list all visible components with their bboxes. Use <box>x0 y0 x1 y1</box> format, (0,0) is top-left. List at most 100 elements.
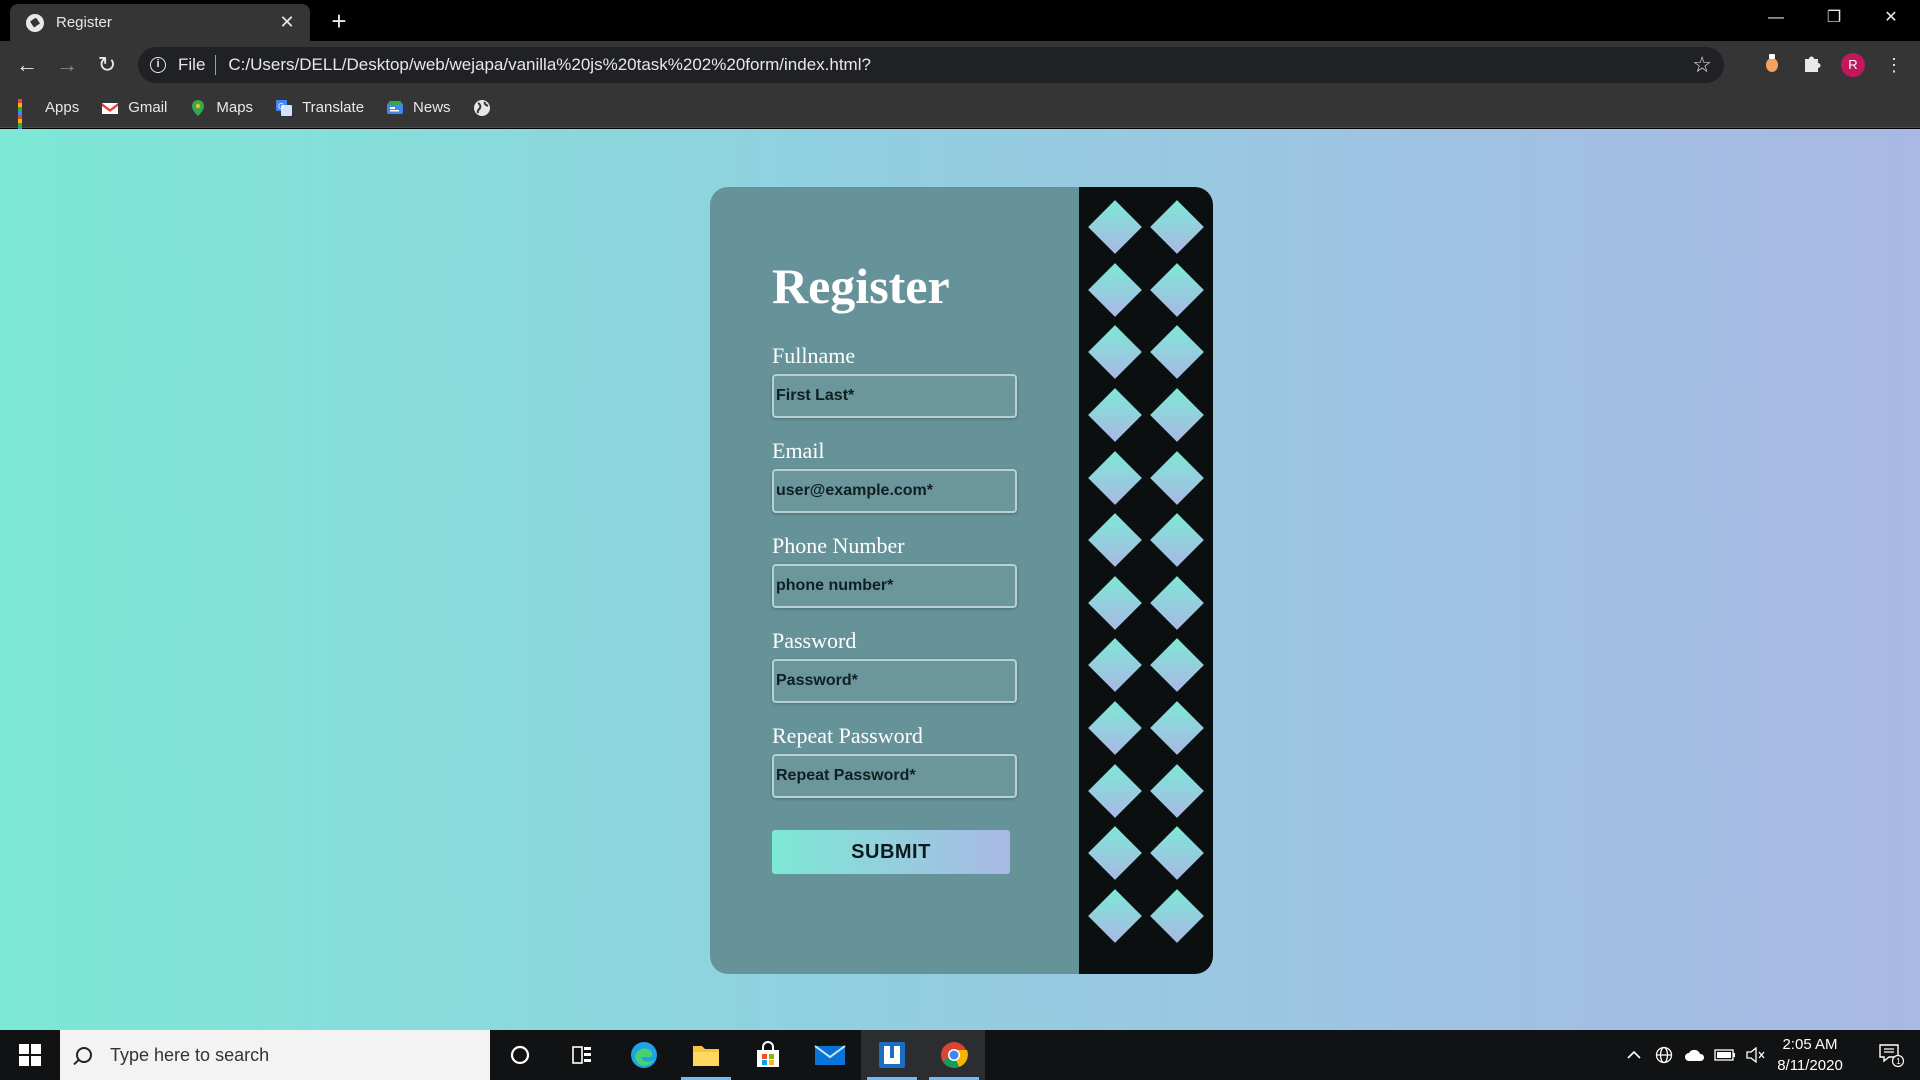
bookmark-apps[interactable]: Apps <box>18 98 80 135</box>
bookmark-label: Maps <box>216 99 254 116</box>
tab-title: Register <box>56 14 112 31</box>
reload-button[interactable]: ↻ <box>92 50 122 80</box>
puzzle-extensions-icon[interactable] <box>1800 53 1824 77</box>
bookmark-globe[interactable] <box>473 99 500 117</box>
diamond-shape <box>1150 763 1204 818</box>
fullname-field-group: Fullname <box>772 343 1079 418</box>
phone-label: Phone Number <box>772 533 905 558</box>
bookmark-gmail[interactable]: Gmail <box>101 99 167 117</box>
search-placeholder: Type here to search <box>110 1044 270 1065</box>
microsoft-store-icon[interactable] <box>737 1030 799 1080</box>
language-globe-icon[interactable] <box>1652 1030 1676 1080</box>
translate-icon: G <box>275 99 293 117</box>
bookmark-label: Gmail <box>128 99 168 116</box>
globe-icon <box>473 99 491 117</box>
svg-text:G: G <box>278 102 284 111</box>
bookmark-maps[interactable]: Maps <box>189 99 253 117</box>
phone-field-group: Phone Number <box>772 533 1079 608</box>
diamond-shape <box>1150 325 1204 380</box>
form-title: Register <box>772 258 950 314</box>
extension-icon[interactable] <box>1760 53 1784 77</box>
diamond-shape <box>1088 200 1142 255</box>
minimize-button[interactable]: — <box>1747 0 1805 36</box>
diamond-shape <box>1088 888 1142 943</box>
news-icon <box>386 99 404 117</box>
tray-overflow-chevron-icon[interactable] <box>1622 1030 1646 1080</box>
apps-grid-icon <box>18 98 36 135</box>
action-center-button[interactable]: 1 <box>1866 1030 1916 1080</box>
taskbar-search-box[interactable]: Type here to search <box>60 1030 490 1080</box>
url-scheme: File <box>178 55 206 74</box>
mail-icon[interactable] <box>799 1030 861 1080</box>
window-close-button[interactable]: ✕ <box>1862 0 1920 36</box>
diamond-shape <box>1088 826 1142 881</box>
edge-browser-icon[interactable] <box>613 1030 675 1080</box>
profile-avatar[interactable]: R <box>1841 53 1865 77</box>
onedrive-cloud-icon[interactable] <box>1682 1030 1708 1080</box>
gmail-icon <box>101 99 119 117</box>
email-input[interactable] <box>772 469 1017 513</box>
diamond-cell <box>1084 259 1146 322</box>
submit-button[interactable]: SUBMIT <box>772 830 1010 874</box>
file-explorer-icon[interactable] <box>675 1030 737 1080</box>
diamond-shape <box>1150 888 1204 943</box>
bookmarks-bar: Apps Gmail Maps G Translate News <box>0 88 1920 135</box>
task-view-icon[interactable] <box>551 1030 613 1080</box>
diamond-shape <box>1088 388 1142 442</box>
url-separator <box>215 55 217 75</box>
notification-count: 1 <box>1896 1057 1901 1066</box>
repeat-password-field-group: Repeat Password <box>772 723 1079 798</box>
back-button[interactable]: ← <box>12 50 42 80</box>
bookmark-star-icon[interactable]: ☆ <box>1692 52 1712 78</box>
taskbar-clock[interactable]: 2:05 AM 8/11/2020 <box>1770 1034 1850 1076</box>
decorative-diamond-panel <box>1079 187 1213 974</box>
forward-button[interactable]: → <box>52 50 82 80</box>
browser-toolbar: ← → ↻ i File C:/Users/DELL/Desktop/web/w… <box>0 41 1920 88</box>
address-bar[interactable]: i File C:/Users/DELL/Desktop/web/wejapa/… <box>138 47 1724 83</box>
diamond-cell <box>1084 446 1146 509</box>
diamond-cell <box>1146 259 1208 322</box>
volume-muted-icon[interactable] <box>1742 1030 1768 1080</box>
windows-logo-icon <box>19 1044 41 1066</box>
clock-time: 2:05 AM <box>1782 1036 1838 1053</box>
register-card: Register Fullname Email Phone Number Pas… <box>710 187 1213 974</box>
diamond-cell <box>1146 509 1208 572</box>
diamond-shape <box>1088 450 1142 505</box>
diamond-shape <box>1088 763 1142 818</box>
chrome-menu-icon[interactable]: ⋮ <box>1882 53 1906 77</box>
pinned-app-icon[interactable] <box>861 1030 923 1080</box>
diamond-shape <box>1150 388 1204 442</box>
password-field-group: Password <box>772 628 1079 703</box>
diamond-shape <box>1150 826 1204 881</box>
new-tab-button[interactable]: + <box>324 6 354 36</box>
repeat-password-input[interactable] <box>772 754 1017 798</box>
phone-input[interactable] <box>772 564 1017 608</box>
password-input[interactable] <box>772 659 1017 703</box>
fullname-label: Fullname <box>772 343 856 368</box>
globe-icon <box>26 13 44 32</box>
diamond-shape <box>1088 513 1142 568</box>
bookmark-news[interactable]: News <box>386 99 451 117</box>
diamond-cell <box>1084 321 1146 384</box>
chrome-icon[interactable] <box>923 1030 985 1080</box>
battery-icon[interactable] <box>1712 1030 1738 1080</box>
bookmark-label: Apps <box>45 99 80 116</box>
page-background: Register Fullname Email Phone Number Pas… <box>0 129 1920 1030</box>
url-text[interactable]: C:/Users/DELL/Desktop/web/wejapa/vanilla… <box>228 55 871 75</box>
start-button[interactable] <box>0 1030 60 1080</box>
restore-button[interactable]: ❐ <box>1805 0 1863 36</box>
maps-pin-icon <box>189 99 207 117</box>
fullname-input[interactable] <box>772 374 1017 418</box>
bookmark-translate[interactable]: G Translate <box>275 99 364 117</box>
browser-tab[interactable]: Register ✕ <box>10 4 310 41</box>
diamond-cell <box>1084 384 1146 447</box>
search-icon <box>76 1047 92 1063</box>
windows-taskbar: Type here to search 2:05 AM 8/11/2020 1 <box>0 1030 1920 1080</box>
diamond-shape <box>1150 638 1204 693</box>
diamond-cell <box>1146 759 1208 822</box>
cortana-icon[interactable] <box>489 1030 551 1080</box>
diamond-shape <box>1088 638 1142 693</box>
info-icon[interactable]: i <box>150 57 166 73</box>
tab-close-button[interactable]: ✕ <box>276 12 298 33</box>
tab-strip: Register ✕ + — ❐ ✕ <box>0 0 1920 41</box>
